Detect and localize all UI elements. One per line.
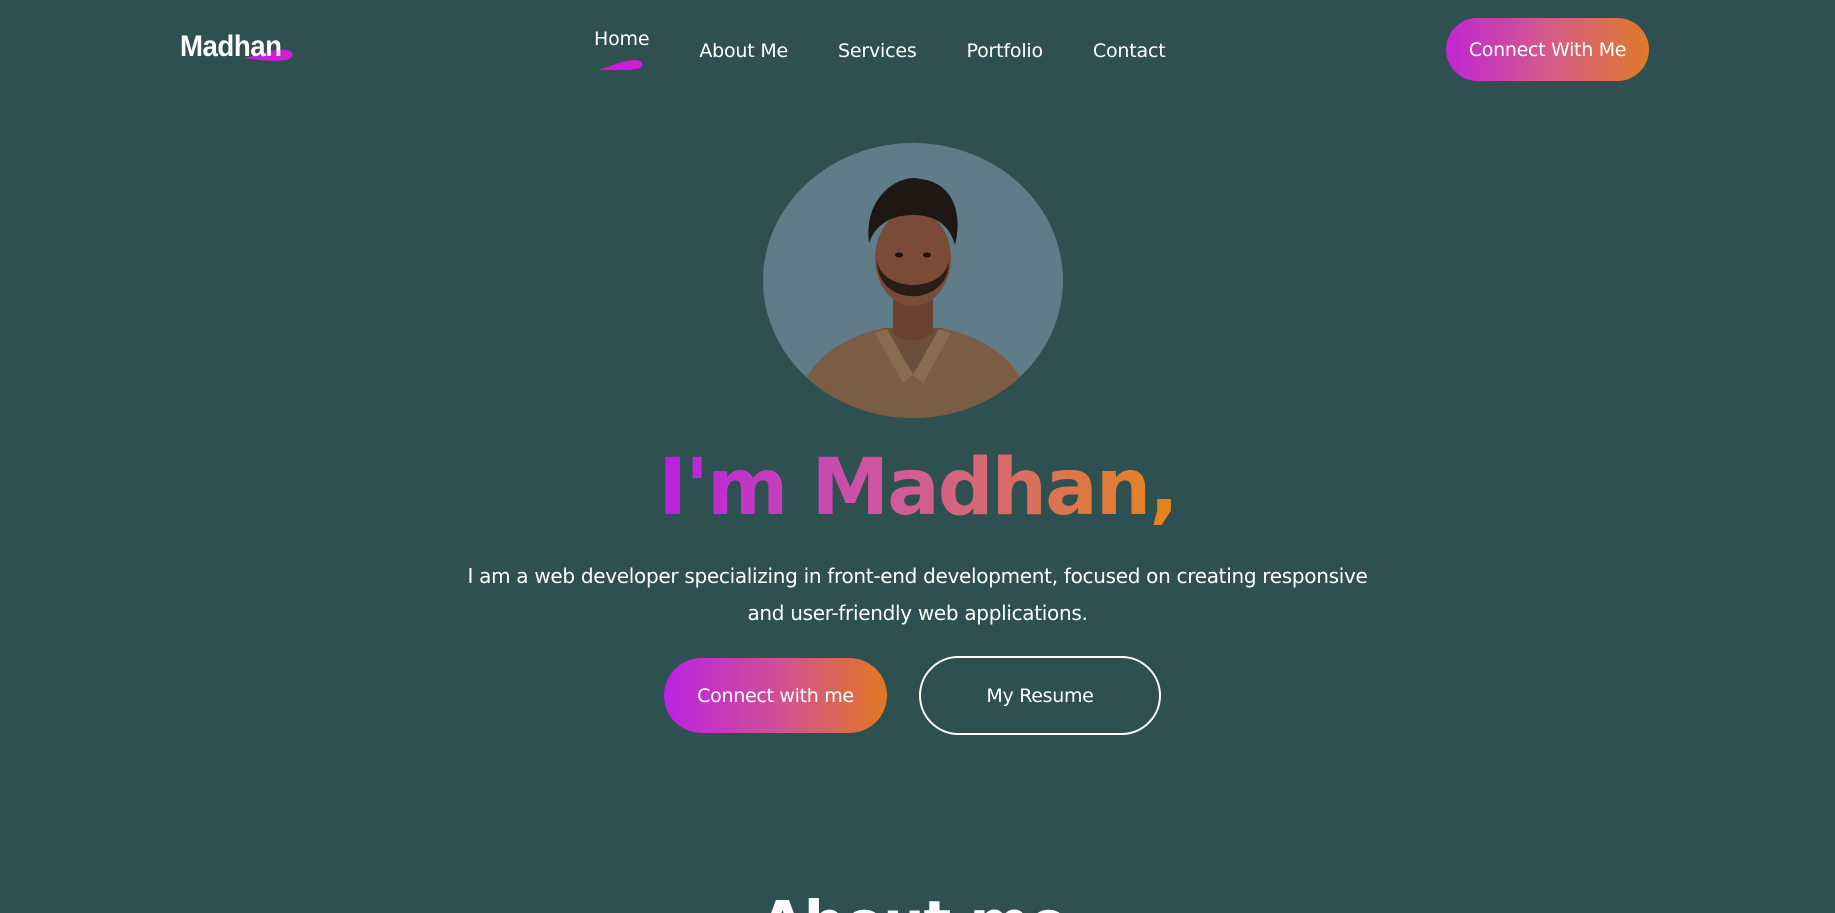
my-resume-button[interactable]: My Resume [919, 656, 1161, 735]
main-nav: Home About Me Services Portfolio Contact [594, 28, 1166, 72]
active-nav-indicator-icon [597, 60, 643, 71]
nav-item-about-me[interactable]: About Me [699, 28, 788, 62]
connect-with-me-button[interactable]: Connect with me [664, 658, 887, 733]
logo[interactable]: Madhan [180, 30, 293, 70]
nav-item-portfolio[interactable]: Portfolio [967, 28, 1044, 62]
hero-title-text: I'm Madhan, [658, 443, 1179, 533]
connect-with-me-top-button[interactable]: Connect With Me [1446, 18, 1649, 81]
profile-avatar [763, 143, 1063, 418]
page: Madhan Home About Me Services Portfolio … [0, 0, 1835, 913]
logo-text: Madhan [180, 30, 282, 63]
hero-description: I am a web developer specializing in fro… [0, 558, 1835, 632]
hero-description-line-1: I am a web developer specializing in fro… [467, 564, 1368, 588]
profile-photo-icon [791, 177, 1035, 418]
nav-item-services[interactable]: Services [838, 28, 917, 62]
nav-item-contact[interactable]: Contact [1093, 28, 1166, 62]
hero-title: I'm Madhan, [0, 440, 1835, 536]
about-section-heading: About me [760, 893, 1068, 913]
hero-description-line-2: and user-friendly web applications. [747, 601, 1088, 625]
nav-item-home[interactable]: Home [594, 28, 650, 50]
